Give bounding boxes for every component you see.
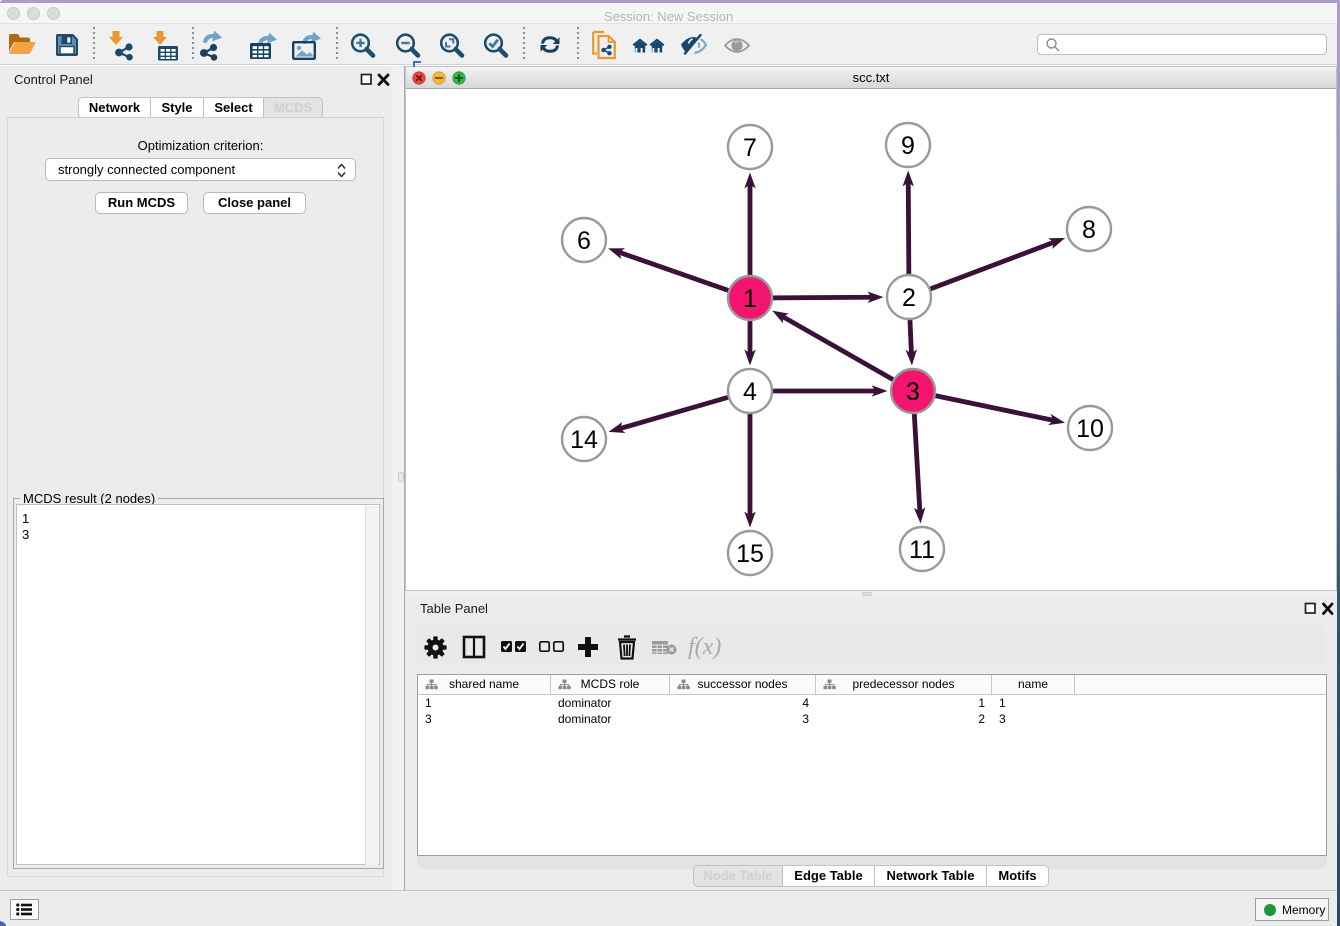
svg-text:2: 2 [902,284,916,312]
svg-text:3: 3 [906,378,920,406]
svg-text:1: 1 [743,285,757,313]
svg-text:10: 10 [1076,415,1104,443]
svg-text:14: 14 [570,426,598,454]
svg-text:11: 11 [909,536,935,564]
svg-text:15: 15 [736,540,764,568]
svg-text:6: 6 [577,227,591,255]
svg-text:7: 7 [743,134,757,162]
svg-text:4: 4 [743,378,757,406]
svg-text:9: 9 [901,132,915,160]
svg-text:8: 8 [1082,216,1096,244]
